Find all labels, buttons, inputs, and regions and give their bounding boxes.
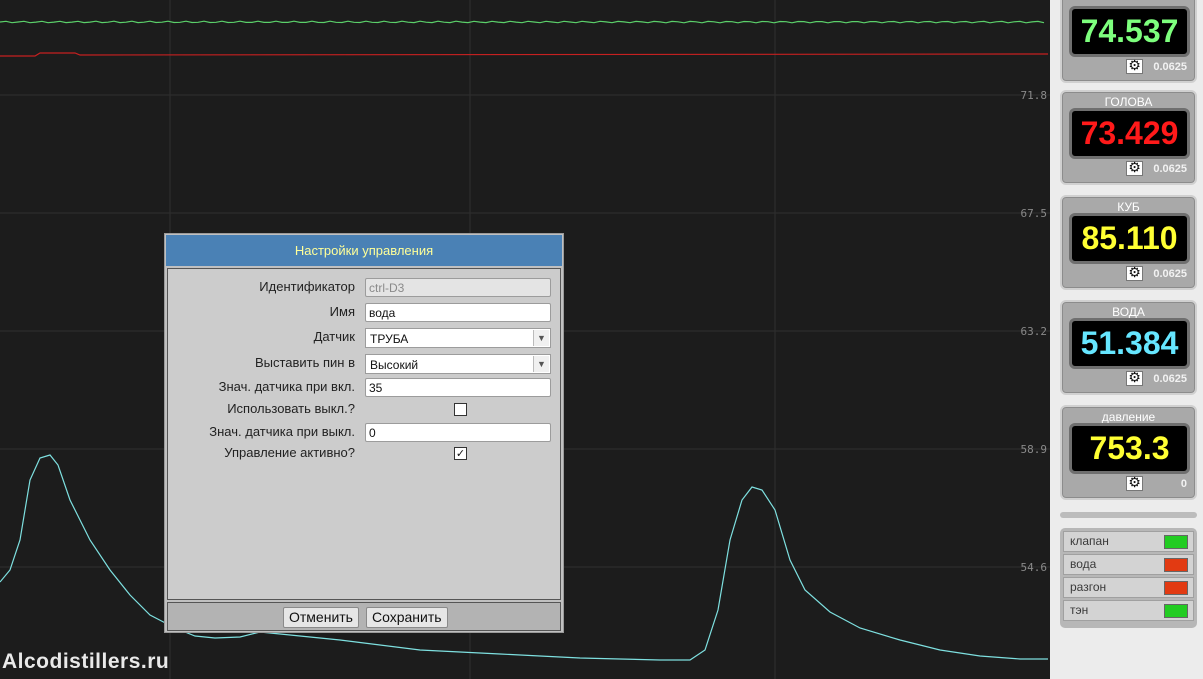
sensor-delta: 0 — [1180, 478, 1187, 490]
name-field[interactable]: вода — [365, 303, 551, 322]
on-value-label: Знач. датчика при вкл. — [218, 379, 355, 394]
sensor-name: ВОДА — [1112, 305, 1145, 319]
series-line — [0, 52, 1049, 57]
sensor-card-head: ГОЛОВА 73.429 ⚙ 0.0625 — [1060, 90, 1197, 185]
id-field: ctrl-D3 — [365, 278, 551, 297]
status-led — [1164, 558, 1188, 572]
off-value-field[interactable]: 0 — [365, 423, 551, 442]
sensor-card-cube: КУБ 85.110 ⚙ 0.0625 — [1060, 195, 1197, 290]
sensor-label: Датчик — [313, 329, 355, 344]
output-row-valve[interactable]: клапан — [1063, 531, 1194, 552]
y-tick-label: 58.9 — [1020, 443, 1048, 456]
chevron-down-icon[interactable]: ▼ — [533, 356, 549, 372]
id-label: Идентификатор — [259, 279, 355, 294]
status-led — [1164, 581, 1188, 595]
sensor-card-water: ВОДА 51.384 ⚙ 0.0625 — [1060, 300, 1197, 395]
sensor-card-tube: 74.537 ⚙ 0.0625 — [1060, 0, 1197, 83]
sensor-delta: 0.0625 — [1153, 373, 1187, 385]
output-label: клапан — [1070, 534, 1109, 548]
use-off-label: Использовать выкл.? — [227, 401, 355, 416]
sensor-delta: 0.0625 — [1153, 163, 1187, 175]
dialog-footer: Отменить Сохранить — [167, 602, 561, 631]
series-line — [0, 20, 1045, 24]
output-row-boost[interactable]: разгон — [1063, 577, 1194, 598]
on-value-field[interactable]: 35 — [365, 378, 551, 397]
form-row-pin: Выставить пин в Высокий ▼ — [168, 352, 560, 374]
sensor-value: 74.537 — [1069, 6, 1190, 57]
pin-select-value: Высокий — [370, 358, 419, 372]
sensor-name: давление — [1101, 410, 1156, 424]
dialog-body: Идентификатор ctrl-D3 Имя вода Датчик ТР… — [167, 268, 561, 600]
form-row-use-off: Использовать выкл.? — [168, 398, 560, 420]
output-row-water[interactable]: вода — [1063, 554, 1194, 575]
y-tick-label: 67.5 — [1020, 207, 1048, 220]
sensor-select[interactable]: ТРУБА ▼ — [365, 328, 551, 348]
sensor-value: 753.3 — [1069, 423, 1190, 474]
off-value-label: Знач. датчика при выкл. — [209, 424, 355, 439]
active-checkbox[interactable]: ✓ — [454, 447, 467, 460]
y-tick-label: 63.2 — [1020, 325, 1048, 338]
pin-select[interactable]: Высокий ▼ — [365, 354, 551, 374]
gear-icon[interactable]: ⚙ — [1126, 161, 1143, 176]
cancel-button[interactable]: Отменить — [283, 607, 359, 628]
form-row-on-value: Знач. датчика при вкл. 35 — [168, 376, 560, 398]
form-row-off-value: Знач. датчика при выкл. 0 — [168, 421, 560, 443]
gear-icon[interactable]: ⚙ — [1126, 371, 1143, 386]
pin-label: Выставить пин в — [254, 355, 355, 370]
panel-divider — [1060, 512, 1197, 518]
form-row-active: Управление активно? ✓ — [168, 442, 560, 464]
sensor-value: 73.429 — [1069, 108, 1190, 159]
sensor-value: 51.384 — [1069, 318, 1190, 369]
dialog-title: Настройки управления — [166, 235, 562, 266]
sensor-value: 85.110 — [1069, 213, 1190, 264]
output-label: тэн — [1070, 603, 1089, 617]
gear-icon[interactable]: ⚙ — [1126, 59, 1143, 74]
output-label: разгон — [1070, 580, 1107, 594]
status-led — [1164, 604, 1188, 618]
gear-icon[interactable]: ⚙ — [1126, 476, 1143, 491]
save-button[interactable]: Сохранить — [366, 607, 448, 628]
form-row-id: Идентификатор ctrl-D3 — [168, 276, 560, 298]
output-row-heater[interactable]: тэн — [1063, 600, 1194, 621]
y-tick-label: 71.8 — [1020, 89, 1048, 102]
y-tick-label: 54.6 — [1020, 561, 1048, 574]
sensor-card-pressure: давление 753.3 ⚙ 0 — [1060, 405, 1197, 500]
output-label: вода — [1070, 557, 1097, 571]
form-row-sensor: Датчик ТРУБА ▼ — [168, 326, 560, 348]
sensor-delta: 0.0625 — [1153, 61, 1187, 73]
sensor-delta: 0.0625 — [1153, 268, 1187, 280]
sensor-select-value: ТРУБА — [370, 332, 409, 346]
active-label: Управление активно? — [224, 445, 355, 460]
sensor-panel: 74.537 ⚙ 0.0625 ГОЛОВА 73.429 ⚙ 0.0625 К… — [1050, 0, 1203, 679]
sensor-name: КУБ — [1117, 200, 1140, 214]
chevron-down-icon[interactable]: ▼ — [533, 330, 549, 346]
use-off-checkbox[interactable] — [454, 403, 467, 416]
outputs-list: клапан вода разгон тэн — [1060, 528, 1197, 628]
sensor-name: ГОЛОВА — [1104, 95, 1153, 109]
form-row-name: Имя вода — [168, 301, 560, 323]
status-led — [1164, 535, 1188, 549]
gear-icon[interactable]: ⚙ — [1126, 266, 1143, 281]
name-label: Имя — [329, 304, 355, 319]
watermark-text: Alcodistillers.ru — [2, 650, 170, 673]
control-settings-dialog: Настройки управления Идентификатор ctrl-… — [164, 233, 564, 633]
